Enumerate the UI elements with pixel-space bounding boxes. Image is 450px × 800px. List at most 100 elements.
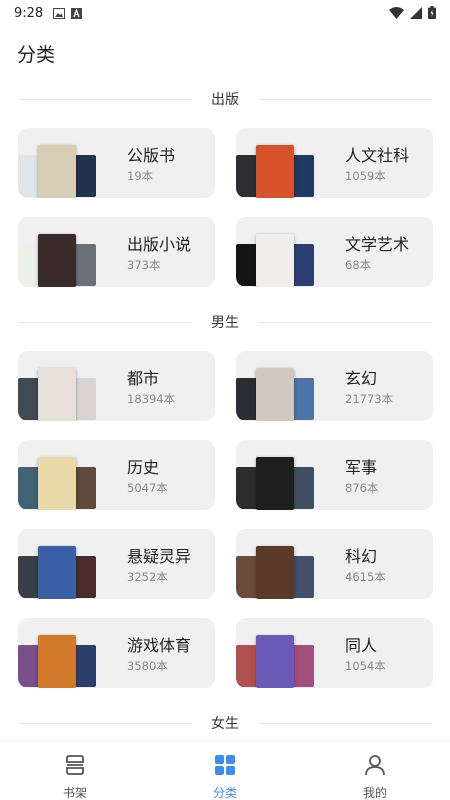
category-card[interactable]: 公版书 19本 — [18, 128, 215, 198]
nav-label: 书架 — [62, 786, 87, 800]
book-covers — [18, 128, 118, 198]
category-card[interactable]: 出版小说 373本 — [18, 217, 215, 287]
section-header: 出版 — [0, 80, 450, 118]
category-info: 出版小说 373本 — [127, 235, 191, 272]
book-cover — [38, 145, 76, 198]
category-count: 1059本 — [345, 169, 386, 183]
category-info: 玄幻 21773本 — [345, 369, 393, 406]
category-name: 人文社科 — [345, 146, 410, 165]
bookshelf-icon — [63, 753, 87, 781]
book-cover — [256, 368, 294, 421]
book-covers — [236, 618, 336, 688]
book-cover — [38, 635, 76, 688]
status-time: 9:28 — [14, 5, 44, 21]
book-cover — [256, 234, 294, 287]
category-count: 18394本 — [127, 392, 176, 406]
book-covers — [236, 440, 336, 510]
category-card[interactable]: 游戏体育 3580本 — [18, 618, 215, 688]
category-card[interactable]: 悬疑灵异 3252本 — [18, 529, 215, 599]
section-title: 女生 — [201, 713, 249, 733]
section-title: 出版 — [201, 89, 249, 109]
category-count: 19本 — [127, 169, 154, 183]
book-cover — [256, 145, 294, 198]
book-covers — [18, 217, 118, 287]
category-count: 3252本 — [127, 570, 168, 584]
book-covers — [18, 618, 118, 688]
section-title: 男生 — [201, 312, 249, 332]
book-covers — [18, 440, 118, 510]
category-card[interactable]: 都市 18394本 — [18, 351, 215, 421]
category-name: 都市 — [127, 369, 160, 388]
nav-label: 我的 — [362, 786, 387, 800]
category-count: 876本 — [345, 481, 379, 495]
category-content[interactable]: 出版公版书 19本 人文社科 1059本出版小说 373本 文学艺术 68本男生都市 1839… — [0, 80, 450, 736]
category-name: 同人 — [345, 636, 378, 655]
category-count: 21773本 — [345, 392, 394, 406]
nav-bookshelf[interactable]: 书架 — [0, 741, 150, 800]
book-covers — [18, 351, 118, 421]
category-count: 1054本 — [345, 659, 386, 673]
category-grid-icon — [213, 753, 237, 781]
book-cover — [38, 234, 76, 287]
bottom-nav: 书架 分类 我的 — [0, 740, 450, 800]
book-cover — [256, 457, 294, 510]
category-name: 文学艺术 — [345, 235, 410, 254]
user-profile-icon — [363, 753, 387, 781]
category-name: 公版书 — [127, 146, 176, 165]
category-info: 都市 18394本 — [127, 369, 175, 406]
category-card[interactable]: 同人 1054本 — [236, 618, 433, 688]
battery-icon — [428, 4, 436, 23]
category-card[interactable]: 军事 876本 — [236, 440, 433, 510]
category-count: 373本 — [127, 258, 161, 272]
category-card[interactable]: 科幻 4615本 — [236, 529, 433, 599]
category-name: 历史 — [127, 458, 160, 477]
category-info: 科幻 4615本 — [345, 547, 386, 584]
category-info: 历史 5047本 — [127, 458, 168, 495]
font-notification-icon — [71, 4, 83, 23]
image-notification-icon — [53, 4, 66, 23]
book-covers — [236, 351, 336, 421]
category-count: 5047本 — [127, 481, 168, 495]
category-grid: 都市 18394本 玄幻 21773本历史 5047本 军事 876本悬疑灵异 3252本 科幻… — [0, 341, 450, 704]
category-info: 悬疑灵异 3252本 — [127, 547, 191, 584]
category-info: 文学艺术 68本 — [345, 235, 409, 272]
divider-line — [258, 723, 432, 724]
divider-line — [258, 322, 432, 323]
section-header: 男生 — [0, 303, 450, 341]
category-name: 游戏体育 — [127, 636, 192, 655]
nav-profile[interactable]: 我的 — [300, 741, 450, 800]
page-title: 分类 — [17, 44, 56, 66]
category-info: 游戏体育 3580本 — [127, 636, 191, 673]
category-card[interactable]: 玄幻 21773本 — [236, 351, 433, 421]
book-cover — [256, 546, 294, 599]
signal-icon — [410, 4, 422, 23]
book-cover — [38, 368, 76, 421]
nav-category[interactable]: 分类 — [150, 741, 300, 800]
category-info: 军事 876本 — [345, 458, 378, 495]
section-header: 女生 — [0, 704, 450, 736]
category-name: 军事 — [345, 458, 378, 477]
category-count: 4615本 — [345, 570, 386, 584]
category-count: 68本 — [345, 258, 372, 272]
status-indicators — [389, 4, 436, 23]
wifi-icon — [389, 4, 404, 23]
category-info: 公版书 19本 — [127, 146, 175, 183]
divider-line — [18, 723, 192, 724]
category-name: 科幻 — [345, 547, 378, 566]
nav-label: 分类 — [212, 786, 237, 800]
category-info: 人文社科 1059本 — [345, 146, 409, 183]
book-cover — [38, 457, 76, 510]
book-covers — [236, 217, 336, 287]
divider-line — [258, 99, 432, 100]
divider-line — [18, 99, 192, 100]
category-card[interactable]: 历史 5047本 — [18, 440, 215, 510]
book-covers — [18, 529, 118, 599]
category-name: 悬疑灵异 — [127, 547, 192, 566]
book-covers — [236, 529, 336, 599]
category-count: 3580本 — [127, 659, 168, 673]
category-card[interactable]: 文学艺术 68本 — [236, 217, 433, 287]
category-name: 玄幻 — [345, 369, 378, 388]
category-grid: 公版书 19本 人文社科 1059本出版小说 373本 文学艺术 68本 — [0, 118, 450, 303]
category-card[interactable]: 人文社科 1059本 — [236, 128, 433, 198]
category-info: 同人 1054本 — [345, 636, 386, 673]
